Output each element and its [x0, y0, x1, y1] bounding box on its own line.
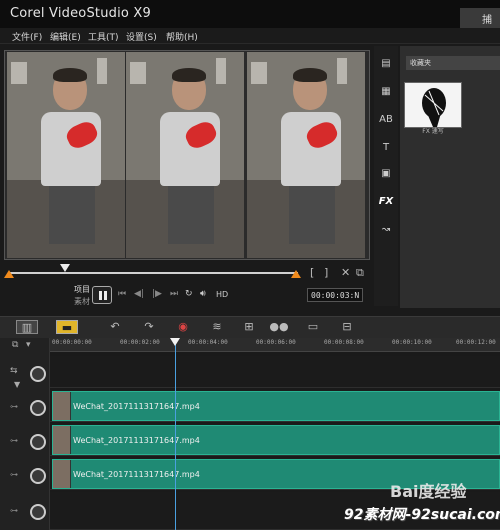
- trim-out-marker[interactable]: [291, 270, 301, 278]
- dropdown-icon[interactable]: ▼: [14, 380, 20, 389]
- scrubber-handle[interactable]: [60, 264, 70, 272]
- enlarge-icon[interactable]: ⧉: [356, 266, 364, 280]
- baidu-watermark: Bai度经验: [390, 482, 467, 501]
- filter-preview-icon: [422, 88, 446, 127]
- previous-frame-icon[interactable]: ◀|: [134, 289, 144, 299]
- transition-icon[interactable]: AB: [377, 112, 395, 128]
- repeat-icon[interactable]: ↻: [185, 289, 193, 299]
- track-visibility-icon[interactable]: ⊶: [10, 470, 18, 479]
- clip-thumbnail: [53, 460, 71, 488]
- clip-name: WeChat_20171113171647.mp4: [73, 436, 200, 445]
- split-icon[interactable]: ✕: [341, 266, 350, 279]
- redo-icon[interactable]: ↷: [138, 320, 160, 334]
- ruler-tick-label: 00:00:02:00: [120, 339, 160, 346]
- thumbnail-caption: FX 速写: [422, 128, 444, 135]
- mode-clip[interactable]: 素材: [74, 296, 90, 307]
- scrubber-track[interactable]: [8, 272, 298, 274]
- menu-edit[interactable]: 编辑(E): [50, 30, 81, 43]
- storyboard-view-button[interactable]: ▥: [16, 320, 38, 334]
- preview-frame: [247, 52, 365, 258]
- ruler-tick-label: 00:00:08:00: [324, 339, 364, 346]
- multi-camera-icon[interactable]: ●●: [268, 320, 290, 334]
- title-track-icon[interactable]: [30, 504, 46, 520]
- track-manager-icon[interactable]: ⧉: [12, 340, 18, 350]
- playhead-marker[interactable]: [170, 338, 180, 346]
- next-frame-icon[interactable]: |▶: [152, 289, 162, 299]
- track-visibility-icon[interactable]: ⊶: [10, 402, 18, 411]
- ripple-edit-icon[interactable]: ⇆: [10, 366, 18, 376]
- clip-thumbnail: [53, 392, 71, 420]
- timecode-display[interactable]: 00:00:03:N: [307, 288, 363, 302]
- track-visibility-icon[interactable]: ⊶: [10, 506, 18, 515]
- ruler-tick-label: 00:00:00:00: [52, 339, 92, 346]
- overlay-track-icon[interactable]: [30, 468, 46, 484]
- ruler-tick-label: 00:00:06:00: [256, 339, 296, 346]
- ruler-tick-label: 00:00:10:00: [392, 339, 432, 346]
- timeline-clip[interactable]: WeChat_20171113171647.mp4: [52, 391, 500, 421]
- mark-out-button[interactable]: ]: [324, 266, 328, 279]
- sound-mixer-icon[interactable]: ≋: [206, 320, 228, 334]
- title-icon[interactable]: T: [377, 140, 395, 156]
- media-icon[interactable]: ▤: [377, 56, 395, 72]
- end-icon[interactable]: ⏭: [170, 289, 178, 299]
- mark-in-button[interactable]: [: [310, 266, 314, 279]
- playhead-line[interactable]: [175, 340, 176, 530]
- library-category-dropdown[interactable]: 收藏夹: [406, 56, 500, 70]
- video-track-icon[interactable]: [30, 366, 46, 382]
- play-pause-button[interactable]: [92, 286, 112, 304]
- menu-settings[interactable]: 设置(S): [126, 30, 157, 43]
- fx-filter-icon[interactable]: FX: [377, 194, 395, 210]
- trim-in-marker[interactable]: [4, 270, 14, 278]
- timeline-view-button[interactable]: ▬: [56, 320, 78, 334]
- track-visibility-icon[interactable]: ⊶: [10, 436, 18, 445]
- motion-track-icon[interactable]: ⊞: [238, 320, 260, 334]
- split-screen-icon[interactable]: ⊟: [336, 320, 358, 334]
- subtitle-editor-icon[interactable]: ▭: [302, 320, 324, 334]
- library-filter-thumbnail[interactable]: [404, 82, 462, 128]
- volume-icon[interactable]: 🔊︎: [200, 289, 206, 299]
- menu-help[interactable]: 帮助(H): [166, 30, 198, 43]
- menu-tools[interactable]: 工具(T): [88, 30, 119, 43]
- tab-capture[interactable]: 捕获: [460, 8, 500, 41]
- path-icon[interactable]: ↝: [377, 222, 395, 238]
- clip-name: WeChat_20171113171647.mp4: [73, 402, 200, 411]
- mode-project[interactable]: 项目: [74, 284, 90, 295]
- undo-icon[interactable]: ↶: [104, 320, 126, 334]
- clip-name: WeChat_20171113171647.mp4: [73, 470, 200, 479]
- ruler-tick-label: 00:00:12:00: [456, 339, 496, 346]
- home-icon[interactable]: ⏮: [118, 289, 126, 299]
- preview-frame: [126, 52, 244, 258]
- add-chapter-icon[interactable]: ▾: [26, 340, 31, 350]
- record-capture-icon[interactable]: ◉: [172, 320, 194, 334]
- preview-frame: [7, 52, 125, 258]
- ruler-tick-label: 00:00:04:00: [188, 339, 228, 346]
- clip-thumbnail: [53, 426, 71, 454]
- overlay-track-icon[interactable]: [30, 434, 46, 450]
- graphic-icon[interactable]: ▣: [377, 166, 395, 182]
- video-track[interactable]: [50, 356, 500, 388]
- pause-icon: [99, 291, 102, 300]
- app-title: Corel VideoStudio X9: [10, 6, 151, 21]
- menu-file[interactable]: 文件(F): [12, 30, 42, 43]
- hd-toggle[interactable]: HD: [216, 290, 228, 299]
- site-watermark: 92素材网-92sucai.com: [344, 507, 500, 523]
- instant-project-icon[interactable]: ▦: [377, 84, 395, 100]
- timeline-clip[interactable]: WeChat_20171113171647.mp4: [52, 425, 500, 455]
- overlay-track-icon[interactable]: [30, 400, 46, 416]
